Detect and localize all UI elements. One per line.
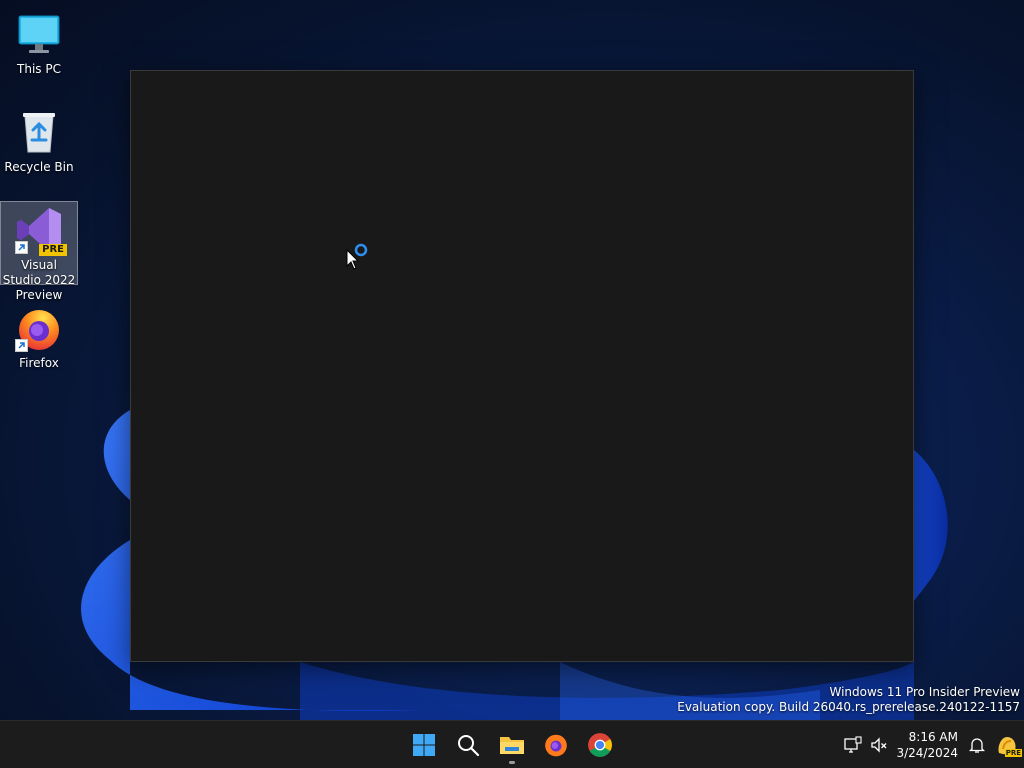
desktop-icon-firefox[interactable]: Firefox — [0, 300, 78, 371]
clock-time: 8:16 AM — [908, 730, 958, 744]
volume-button[interactable] — [866, 725, 892, 765]
firefox-icon — [545, 734, 567, 757]
copilot-preview-badge: PRE — [1004, 749, 1022, 757]
watermark-edition: Windows 11 Pro Insider Preview — [829, 685, 1020, 699]
loading-app-window[interactable] — [130, 70, 914, 662]
evaluation-watermark: Windows 11 Pro Insider Preview Evaluatio… — [677, 685, 1020, 715]
desktop-icon-visual-studio[interactable]: PRE Visual Studio 2022 Preview — [0, 201, 78, 302]
network-button[interactable] — [840, 725, 866, 765]
watermark-build: Evaluation copy. Build 26040.rs_prerelea… — [677, 700, 1020, 714]
copilot-preview-button[interactable]: PRE — [990, 725, 1024, 765]
taskbar-pinned-apps — [402, 721, 622, 768]
desktop-icon-label: This PC — [17, 62, 61, 76]
notifications-button[interactable] — [964, 725, 990, 765]
firefox-icon — [15, 304, 63, 352]
taskbar: 8:16 AM 3/24/2024 PRE — [0, 720, 1024, 768]
start-icon — [413, 734, 435, 756]
file-explorer-button[interactable] — [490, 725, 534, 765]
desktop-icon-label: Visual Studio 2022 Preview — [2, 258, 76, 302]
search-button[interactable] — [446, 725, 490, 765]
recycle-bin-icon — [15, 108, 63, 156]
visual-studio-icon: PRE — [15, 206, 67, 256]
shortcut-arrow-icon — [15, 339, 28, 352]
chrome-taskbar-button[interactable] — [578, 725, 622, 765]
desktop: This PC Recycle Bin PRE Visual Studio 20… — [0, 0, 1024, 768]
busy-cursor-icon — [346, 243, 368, 270]
clock-date: 3/24/2024 — [896, 746, 958, 760]
system-tray: 8:16 AM 3/24/2024 PRE — [840, 721, 1024, 768]
start-button[interactable] — [402, 725, 446, 765]
bell-icon — [968, 738, 986, 753]
monitor-icon — [15, 10, 63, 58]
preview-badge: PRE — [39, 244, 67, 256]
desktop-icon-label: Firefox — [19, 356, 59, 370]
volume-muted-icon — [871, 737, 887, 753]
running-indicator — [509, 761, 515, 764]
desktop-icon-recycle-bin[interactable]: Recycle Bin — [0, 104, 78, 175]
chrome-icon — [588, 733, 612, 757]
search-icon — [458, 735, 480, 757]
network-icon — [844, 736, 863, 753]
shortcut-arrow-icon — [15, 241, 28, 254]
taskbar-clock[interactable]: 8:16 AM 3/24/2024 — [892, 729, 964, 761]
desktop-icon-label: Recycle Bin — [4, 160, 74, 174]
desktop-icon-this-pc[interactable]: This PC — [0, 6, 78, 77]
file-explorer-icon — [500, 737, 524, 754]
firefox-taskbar-button[interactable] — [534, 725, 578, 765]
